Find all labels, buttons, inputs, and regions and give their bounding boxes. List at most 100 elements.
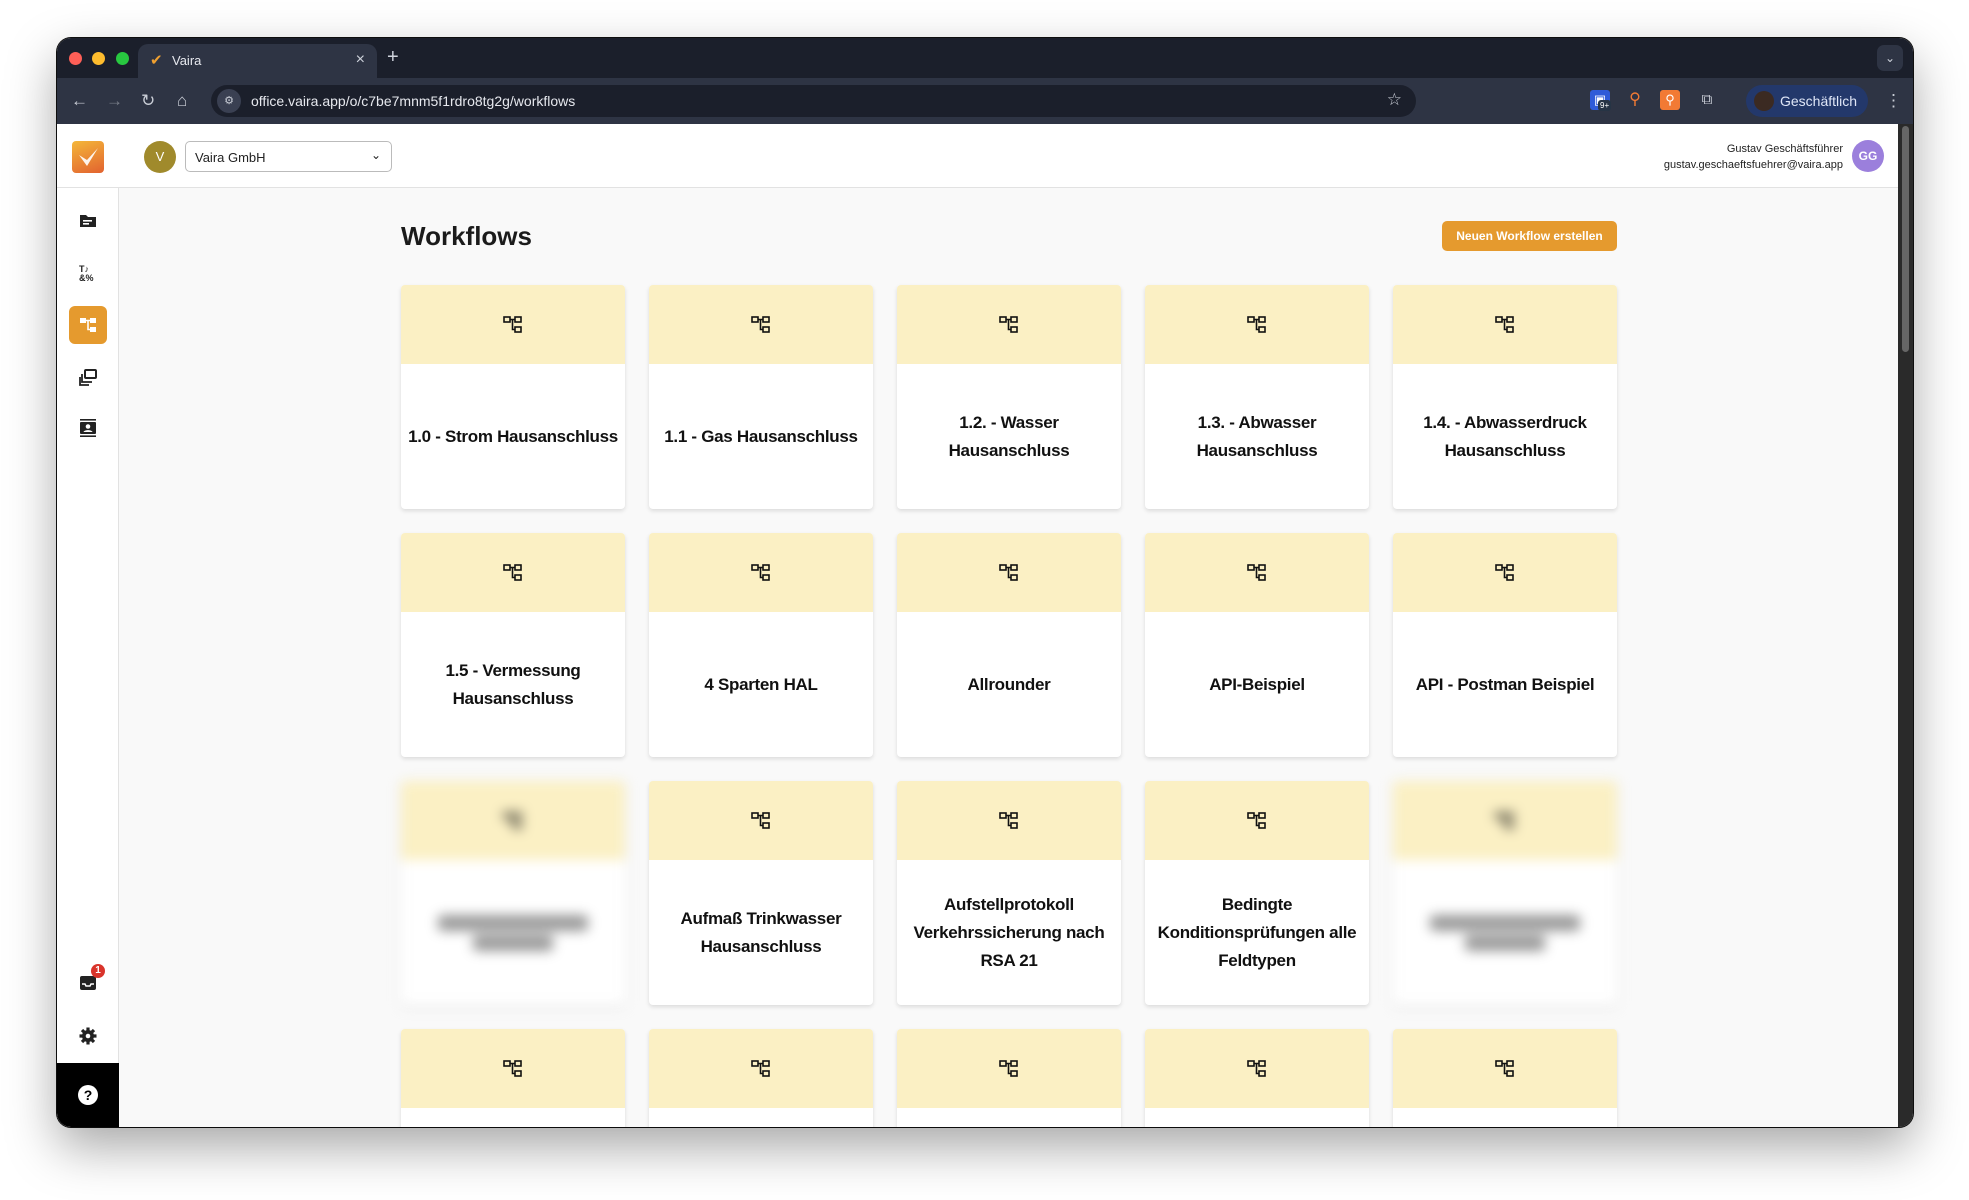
workflow-card-title: Bedingte Konditionsprüfungen alle Feldty… xyxy=(1157,894,1357,970)
sidebar-item-settings[interactable] xyxy=(69,1017,107,1055)
workflow-card-title: 1.4. - Abwasserdruck Hausanschluss xyxy=(1423,412,1587,460)
workflow-card[interactable] xyxy=(649,1029,873,1127)
home-icon[interactable]: ⌂ xyxy=(177,90,187,112)
workflow-card[interactable]: API - Postman Beispiel xyxy=(1393,533,1617,757)
hubspot-icon[interactable]: ⚲ xyxy=(1625,90,1645,110)
sidebar-item-formulas[interactable]: T♪ &% xyxy=(69,254,107,292)
address-bar[interactable]: ⚙ office.vaira.app/o/c7be7mnm5f1rdro8tg2… xyxy=(211,85,1416,117)
workflow-card-header xyxy=(897,533,1121,612)
workflow-card[interactable]: 1.0 - Strom Hausanschluss xyxy=(401,285,625,509)
user-name: Gustav Geschäftsführer xyxy=(1726,143,1843,155)
org-avatar: V xyxy=(144,141,176,173)
workflow-icon xyxy=(1495,1059,1514,1077)
page-title: Workflows xyxy=(401,221,532,251)
workflow-card-title: 4 Sparten HAL xyxy=(704,674,818,694)
workflow-card[interactable] xyxy=(897,1029,1121,1127)
workflow-icon xyxy=(503,811,522,829)
workflow-card[interactable] xyxy=(1393,781,1617,1005)
workflow-card-title: 1.1 - Gas Hausanschluss xyxy=(664,426,858,446)
workflow-card[interactable]: Aufmaß Trinkwasser Hausanschluss xyxy=(649,781,873,1005)
minimize-window-button[interactable] xyxy=(92,52,105,65)
workflow-card[interactable]: 1.4. - Abwasserdruck Hausanschluss xyxy=(1393,285,1617,509)
user-info[interactable]: Gustav Geschäftsführer gustav.geschaefts… xyxy=(1664,141,1843,173)
org-select[interactable]: Vaira GmbH ⌄ xyxy=(185,141,392,172)
workflow-card-header xyxy=(897,1029,1121,1108)
workflow-card[interactable]: 1.2. - Wasser Hausanschluss xyxy=(897,285,1121,509)
site-info-icon[interactable]: ⚙ xyxy=(217,89,241,113)
sidebar-item-templates[interactable] xyxy=(69,358,107,396)
help-icon: ? xyxy=(78,1085,98,1105)
workflow-card-title: API - Postman Beispiel xyxy=(1415,674,1595,694)
workflow-card-header xyxy=(649,781,873,860)
workflow-card[interactable]: Bedingte Konditionsprüfungen alle Feldty… xyxy=(1145,781,1369,1005)
help-button[interactable]: ? xyxy=(57,1063,119,1127)
browser-toolbar: ← → ↻ ⌂ ⚙ office.vaira.app/o/c7be7mnm5f1… xyxy=(57,78,1913,124)
workflow-card-title xyxy=(655,1108,867,1127)
extension-badge: 9+ xyxy=(1598,100,1612,111)
workflow-card[interactable]: 4 Sparten HAL xyxy=(649,533,873,757)
user-email: gustav.geschaeftsfuehrer@vaira.app xyxy=(1663,159,1843,171)
back-icon[interactable]: ← xyxy=(71,90,88,112)
workflow-card[interactable]: API-Beispiel xyxy=(1145,533,1369,757)
sidebar-item-inbox[interactable]: 1 xyxy=(69,964,107,1002)
workflow-card-header xyxy=(649,1029,873,1108)
browser-tab[interactable]: ✔ Vaira × xyxy=(138,44,377,78)
folder-icon xyxy=(80,215,96,227)
forward-icon[interactable]: → xyxy=(106,90,123,112)
workflow-card[interactable]: Allrounder xyxy=(897,533,1121,757)
workflow-card[interactable]: 1.5 - Vermessung Hausanschluss xyxy=(401,533,625,757)
workflow-icon xyxy=(751,811,770,829)
workflow-icon xyxy=(1495,563,1514,581)
workflow-card[interactable] xyxy=(401,1029,625,1127)
scrollbar[interactable] xyxy=(1898,124,1913,1127)
profile-button[interactable]: Geschäftlich xyxy=(1746,85,1868,117)
workflow-card-header xyxy=(897,781,1121,860)
new-workflow-button[interactable]: Neuen Workflow erstellen xyxy=(1442,221,1617,251)
sidebar-item-workflows[interactable] xyxy=(69,306,107,344)
extensions-puzzle-icon[interactable]: ⧉ xyxy=(1697,90,1717,110)
workflow-card[interactable] xyxy=(401,781,625,1005)
workflow-card[interactable] xyxy=(1393,1029,1617,1127)
workflow-card-title: Allrounder xyxy=(967,674,1051,694)
workflow-card-title: 1.3. - Abwasser Hausanschluss xyxy=(1196,412,1318,460)
tab-title: Vaira xyxy=(172,53,202,68)
workflow-icon xyxy=(503,315,522,333)
workflow-card-title xyxy=(903,1108,1115,1127)
vaira-logo[interactable] xyxy=(72,141,104,173)
maximize-window-button[interactable] xyxy=(116,52,129,65)
sidebar-item-contacts[interactable] xyxy=(69,409,107,447)
workflow-card-title xyxy=(1399,1108,1611,1127)
workflow-card-title: Aufstellprotokoll Verkehrssicherung nach… xyxy=(913,894,1105,970)
workflow-icon xyxy=(1495,811,1514,829)
user-avatar[interactable]: GG xyxy=(1852,140,1884,172)
hubspot-square-icon[interactable]: ⚲ xyxy=(1660,90,1680,110)
close-tab-icon[interactable]: × xyxy=(356,51,365,69)
workflow-card-title xyxy=(407,1108,619,1127)
sidebar: T♪ &% 1 ? xyxy=(57,188,119,1127)
workflow-card[interactable]: 1.3. - Abwasser Hausanschluss xyxy=(1145,285,1369,509)
workflow-card-header xyxy=(1393,781,1617,860)
bookmark-star-icon[interactable]: ☆ xyxy=(1387,90,1402,110)
extension-icon[interactable]: ▣9+ xyxy=(1590,90,1612,111)
workflow-icon xyxy=(999,1059,1018,1077)
browser-menu-icon[interactable]: ⋮ xyxy=(1885,90,1902,112)
workflow-card[interactable] xyxy=(1145,1029,1369,1127)
workflow-icon xyxy=(80,318,96,332)
scrollbar-thumb[interactable] xyxy=(1902,126,1909,352)
vaira-favicon-icon: ✔ xyxy=(150,52,163,69)
workflow-icon xyxy=(1247,811,1266,829)
workflow-icon xyxy=(503,563,522,581)
close-window-button[interactable] xyxy=(69,52,82,65)
profile-avatar xyxy=(1754,91,1774,111)
workflow-icon xyxy=(999,563,1018,581)
gear-icon xyxy=(79,1027,97,1045)
workflow-card[interactable]: Aufstellprotokoll Verkehrssicherung nach… xyxy=(897,781,1121,1005)
workflow-card-title: Aufmaß Trinkwasser Hausanschluss xyxy=(680,908,842,956)
sidebar-item-documents[interactable] xyxy=(69,202,107,240)
url-text[interactable]: office.vaira.app/o/c7be7mnm5f1rdro8tg2g/… xyxy=(251,93,575,109)
new-tab-button[interactable]: + xyxy=(387,46,399,69)
tab-search-button[interactable]: ⌄ xyxy=(1877,45,1903,71)
reload-icon[interactable]: ↻ xyxy=(141,90,155,112)
workflow-card[interactable]: 1.1 - Gas Hausanschluss xyxy=(649,285,873,509)
workflow-icon xyxy=(503,1059,522,1077)
